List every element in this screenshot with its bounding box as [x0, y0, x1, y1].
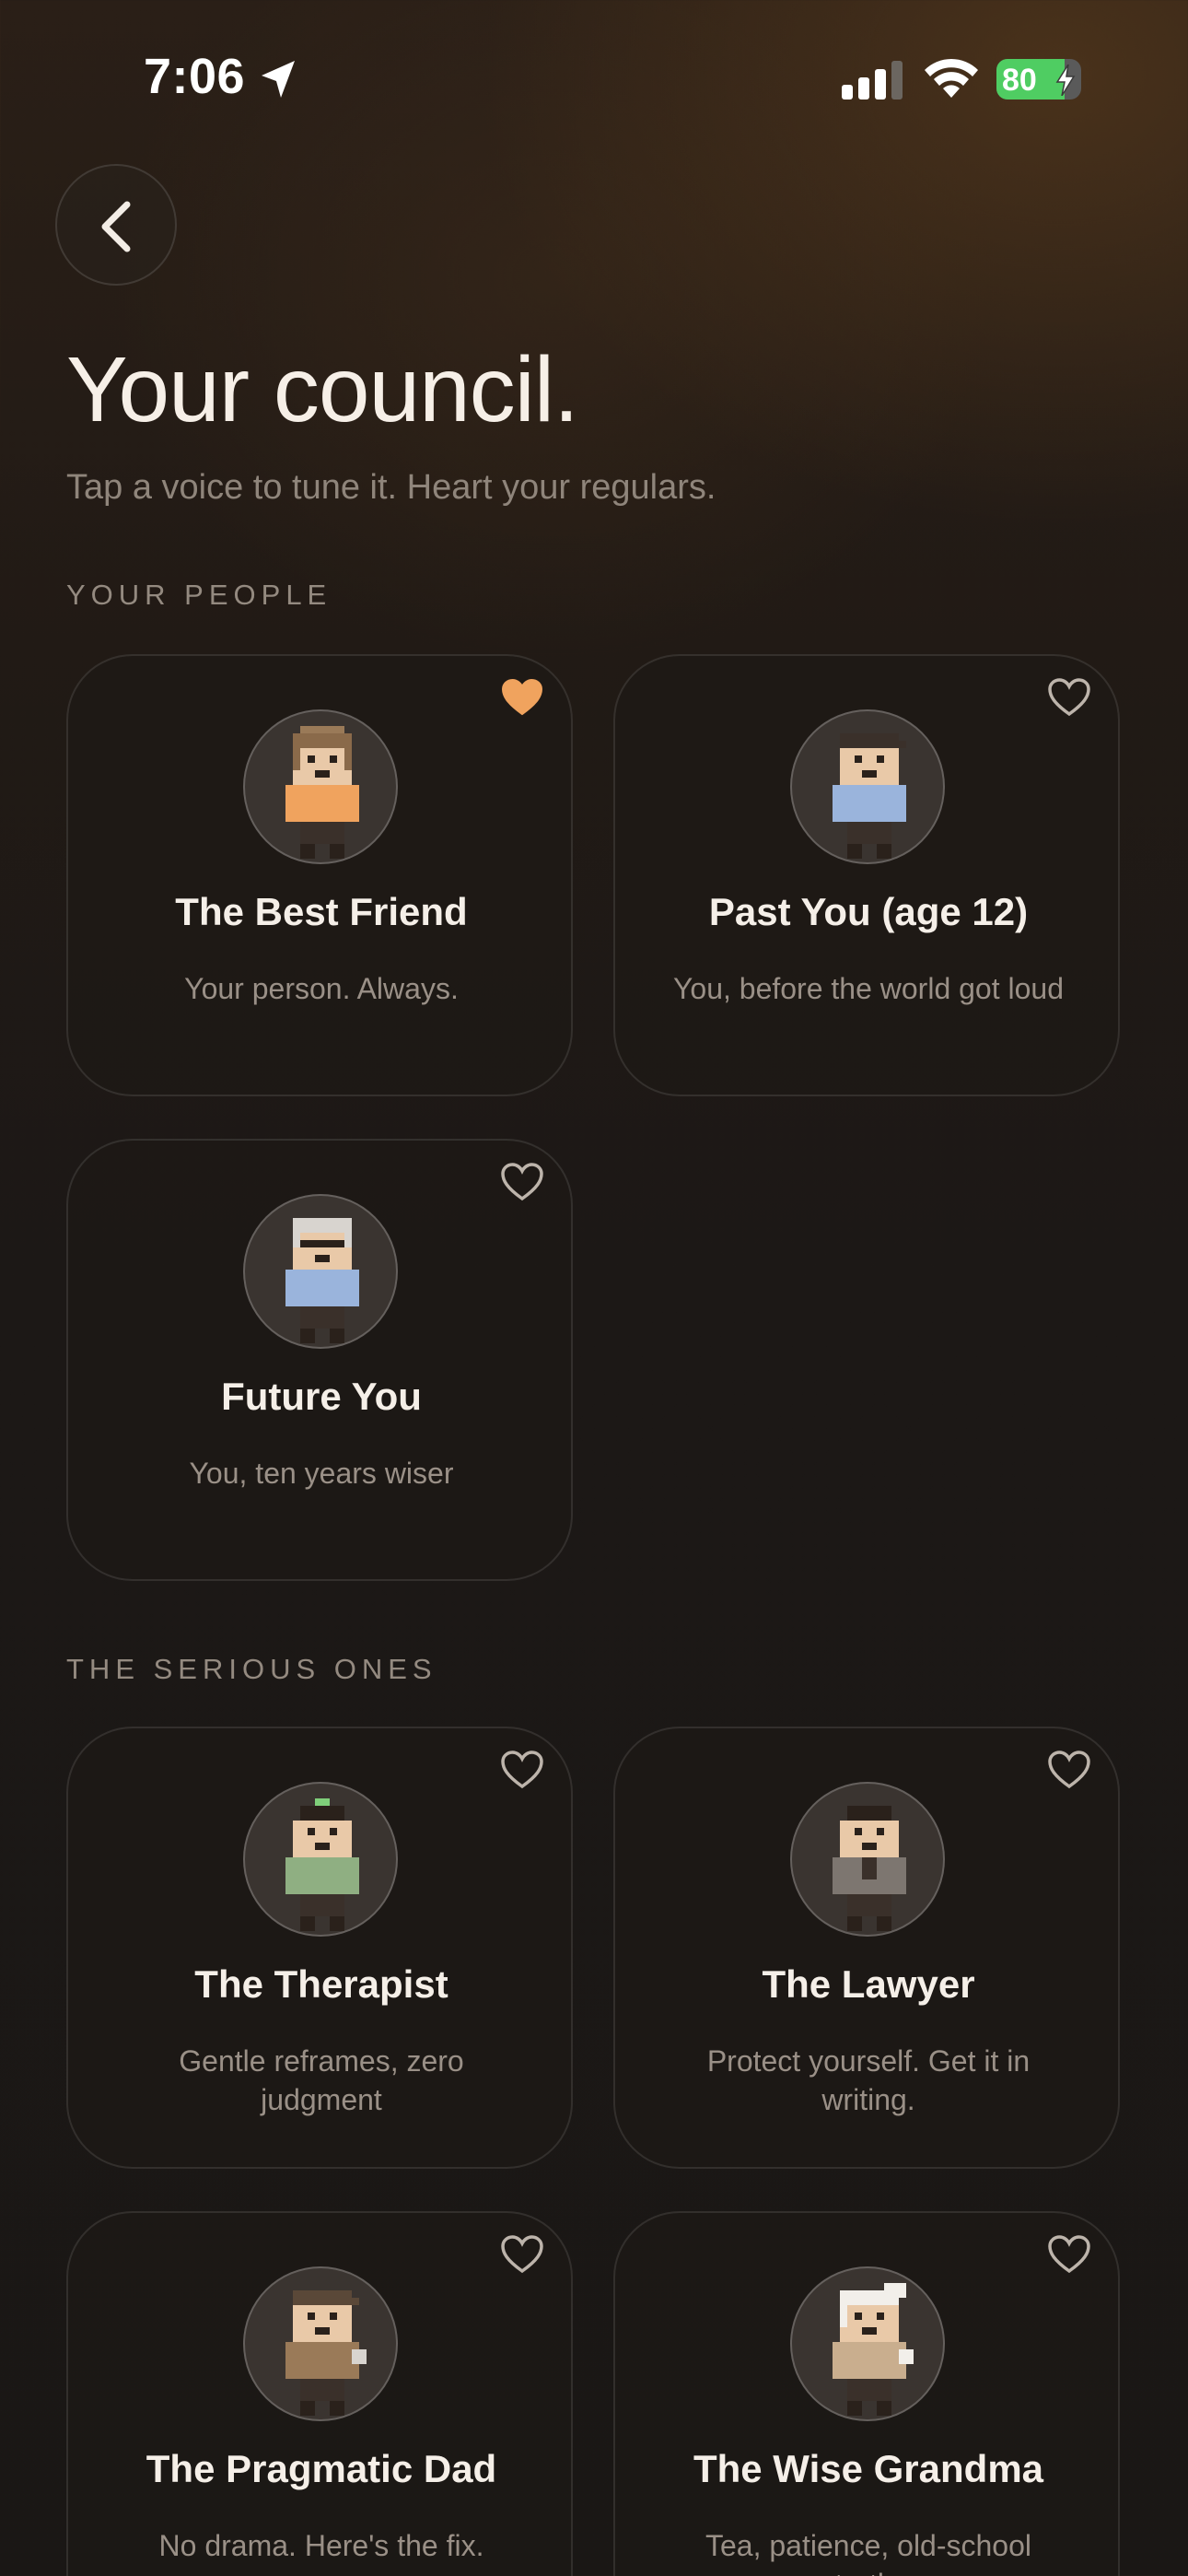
- card-title: Future You: [221, 1375, 422, 1418]
- card-description: You, before the world got loud: [672, 972, 1064, 1005]
- avatar: [790, 2266, 945, 2421]
- pixel-avatar-wise-grandma: [833, 2283, 914, 2416]
- avatar: [790, 1782, 945, 1937]
- card-description: Gentle reframes, zero judgment: [179, 2044, 464, 2116]
- card-description: You, ten years wiser: [189, 1457, 454, 1490]
- council-card-pragmatic-dad[interactable]: The Pragmatic Dad No drama. Here's the f…: [66, 2211, 573, 2576]
- card-description: Tea, patience, old-school truth.: [705, 2529, 1031, 2576]
- heart-icon[interactable]: [1048, 678, 1090, 717]
- back-button[interactable]: [55, 164, 177, 286]
- section-label-serious-ones: THE SERIOUS ONES: [66, 1653, 437, 1685]
- avatar: [243, 709, 398, 864]
- avatar: [243, 1194, 398, 1349]
- avatar: [243, 1782, 398, 1937]
- battery-percentage: 80: [1002, 63, 1037, 98]
- section-label-your-people: YOUR PEOPLE: [66, 579, 332, 611]
- heart-icon[interactable]: [501, 1163, 543, 1201]
- status-time: 7:06: [144, 49, 246, 104]
- council-card-past-you[interactable]: Past You (age 12) You, before the world …: [613, 654, 1120, 1096]
- pixel-avatar-pragmatic-dad: [285, 2290, 367, 2416]
- card-title: The Lawyer: [762, 1962, 975, 2006]
- council-card-lawyer[interactable]: The Lawyer Protect yourself. Get it in w…: [613, 1727, 1120, 2169]
- council-card-best-friend[interactable]: The Best Friend Your person. Always.: [66, 654, 573, 1096]
- wifi-icon: [925, 58, 978, 98]
- card-title: Past You (age 12): [708, 890, 1029, 933]
- pixel-avatar-best-friend: [285, 726, 359, 859]
- cellular-signal-icon: [842, 61, 903, 100]
- location-arrow-icon: [262, 61, 295, 98]
- avatar: [790, 709, 945, 864]
- page-title: Your council.: [66, 338, 579, 441]
- page-subtitle: Tap a voice to tune it. Heart your regul…: [66, 468, 716, 507]
- status-bar: 7:06 80: [0, 0, 1188, 157]
- avatar: [243, 2266, 398, 2421]
- card-title: The Pragmatic Dad: [146, 2447, 497, 2490]
- chevron-left-icon: [101, 201, 131, 252]
- council-card-wise-grandma[interactable]: The Wise Grandma Tea, patience, old-scho…: [613, 2211, 1120, 2576]
- card-title: The Best Friend: [175, 890, 468, 933]
- heart-icon[interactable]: [1048, 1751, 1090, 1789]
- pixel-avatar-therapist: [285, 1798, 359, 1931]
- pixel-avatar-lawyer: [833, 1806, 906, 1931]
- card-description: No drama. Here's the fix.: [158, 2529, 484, 2562]
- card-description: Your person. Always.: [184, 972, 459, 1005]
- pixel-avatar-past-you: [833, 733, 906, 859]
- card-title: The Wise Grandma: [693, 2447, 1044, 2490]
- heart-icon[interactable]: [501, 678, 543, 717]
- heart-icon[interactable]: [1048, 2235, 1090, 2274]
- heart-icon[interactable]: [501, 1751, 543, 1789]
- council-card-future-you[interactable]: Future You You, ten years wiser: [66, 1139, 573, 1581]
- heart-icon[interactable]: [501, 2235, 543, 2274]
- council-card-therapist[interactable]: The Therapist Gentle reframes, zero judg…: [66, 1727, 573, 2169]
- card-title: The Therapist: [194, 1962, 448, 2006]
- charging-bolt-icon: [1055, 64, 1076, 96]
- pixel-avatar-future-you: [285, 1218, 359, 1343]
- card-description: Protect yourself. Get it in writing.: [706, 2044, 1031, 2116]
